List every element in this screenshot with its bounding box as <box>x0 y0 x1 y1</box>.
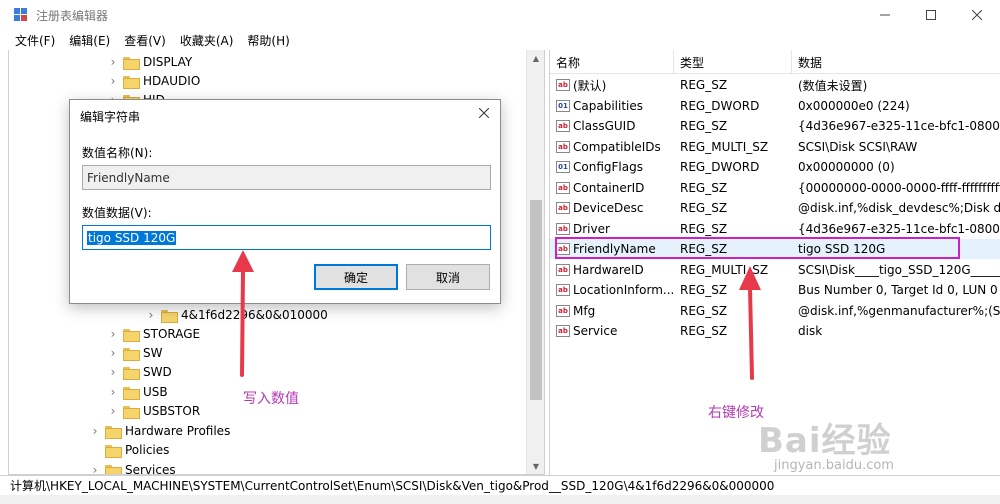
baidu-logo: Bai经验 <box>758 421 892 461</box>
annotation-left: 写入数值 <box>243 391 299 407</box>
arrow-shaft <box>748 286 754 380</box>
baidu-watermark: Bai经验 jingyan.baidu.com <box>738 413 958 493</box>
watermark-url: jingyan.baidu.com <box>774 458 894 473</box>
arrow-shaft <box>240 268 245 377</box>
